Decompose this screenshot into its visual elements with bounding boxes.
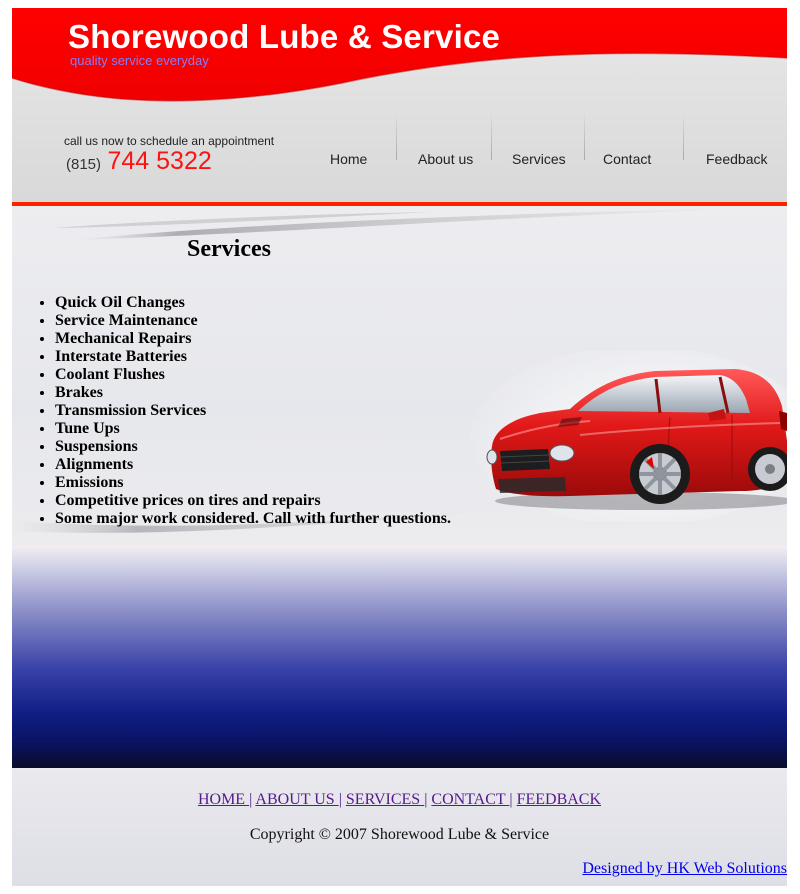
nav-item-feedback[interactable]: Feedback [706,151,767,167]
list-item: Tune Ups [55,420,451,438]
list-item: Emissions [55,474,451,492]
footer-nav: HOME | ABOUT US | SERVICES | CONTACT | F… [12,791,787,809]
copyright-text: Copyright © 2007 Shorewood Lube & Servic… [249,826,550,843]
nav-item-home[interactable]: Home [330,151,367,167]
footer-link-home[interactable]: HOME [198,791,249,808]
page: Shorewood Lube & Service quality service… [12,8,787,886]
list-item: Alignments [55,456,451,474]
list-item: Transmission Services [55,402,451,420]
nav-separator [491,112,492,160]
nav-item-services[interactable]: Services [512,151,566,167]
site-tagline: quality service everyday [70,53,209,68]
nav-item-about-us[interactable]: About us [418,151,473,167]
nav-separator [683,112,684,160]
list-item: Quick Oil Changes [55,294,451,312]
footer-separator: | [509,791,513,808]
footer-link-feedback[interactable]: FEEDBACK [517,791,601,808]
footer: HOME | ABOUT US | SERVICES | CONTACT | F… [12,768,787,886]
main-content: Services Quick Oil Changes Service Maint… [12,206,787,546]
services-list: Quick Oil Changes Service Maintenance Me… [12,294,451,528]
nav-separator [584,112,585,160]
footer-separator: | [338,791,342,808]
call-to-action-text: call us now to schedule an appointment [64,134,275,148]
footer-separator: | [249,791,253,808]
phone-number: 744 5322 [107,147,212,175]
list-item: Some major work considered. Call with fu… [55,510,451,528]
footer-link-contact[interactable]: CONTACT [431,791,509,808]
decorative-blue-band [12,546,787,768]
header: Shorewood Lube & Service quality service… [12,8,787,208]
red-car-image [470,351,787,521]
list-item: Suspensions [55,438,451,456]
designer-credit-link[interactable]: Designed by HK Web Solutions [582,860,787,878]
footer-separator: | [424,791,428,808]
list-item: Brakes [55,384,451,402]
phone-number-display: (815) 744 5322 [66,147,212,176]
list-item: Mechanical Repairs [55,330,451,348]
footer-link-about-us[interactable]: ABOUT US [255,791,338,808]
footer-link-services[interactable]: SERVICES [346,791,424,808]
list-item: Coolant Flushes [55,366,451,384]
page-heading: Services [187,236,271,262]
nav-item-contact[interactable]: Contact [603,151,651,167]
list-item: Service Maintenance [55,312,451,330]
nav-separator [396,112,397,160]
list-item: Competitive prices on tires and repairs [55,492,451,510]
phone-area-code: (815) [66,156,102,173]
site-title: Shorewood Lube & Service [68,18,501,55]
list-item: Interstate Batteries [55,348,451,366]
